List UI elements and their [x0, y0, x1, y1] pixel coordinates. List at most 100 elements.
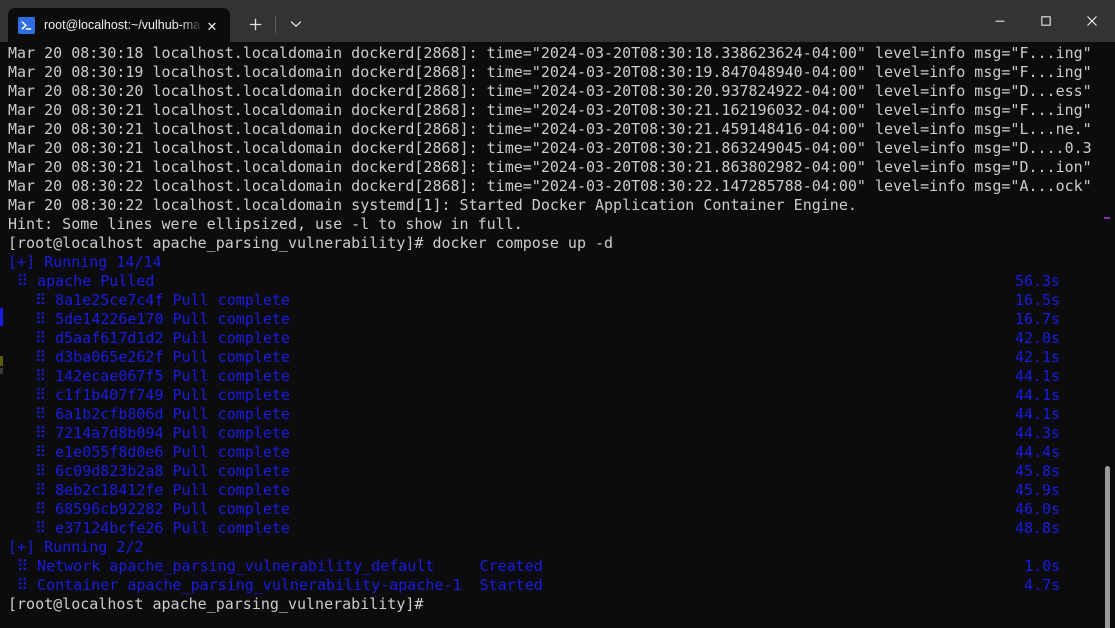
terminal-prompt-icon — [18, 16, 35, 34]
row-duration: 16.5s — [1014, 291, 1061, 309]
new-tab-button[interactable] — [238, 7, 272, 41]
close-icon — [1087, 16, 1097, 26]
terminal-screen: Mar 20 08:30:18 localhost.localdomain do… — [0, 42, 1092, 614]
journal-line: Mar 20 08:30:22 localhost.localdomain sy… — [8, 196, 1092, 215]
run-header-text: [+] Running 2/2 — [8, 538, 144, 556]
pull-row-text: ⠿ 6a1b2cfb806d Pull complete — [8, 405, 290, 423]
run-row: ⠿ Container apache_parsing_vulnerability… — [8, 576, 1092, 595]
pull-header-text: [+] Running 14/14 — [8, 253, 162, 271]
pull-row-text: ⠿ 8eb2c18412fe Pull complete — [8, 481, 290, 499]
journal-line: Mar 20 08:30:21 localhost.localdomain do… — [8, 101, 1092, 120]
journal-line-text: Mar 20 08:30:18 localhost.localdomain do… — [8, 44, 1092, 62]
window-drag-region[interactable] — [313, 0, 977, 42]
journal-line: Mar 20 08:30:21 localhost.localdomain do… — [8, 139, 1092, 158]
journal-line: Mar 20 08:30:21 localhost.localdomain do… — [8, 158, 1092, 177]
pull-row: ⠿ e37124bcfe26 Pull complete 48.8s — [8, 519, 1092, 538]
gutter-mark-blue — [0, 308, 3, 326]
scrollbar-thumb[interactable] — [1105, 466, 1110, 628]
journal-line-text: Mar 20 08:30:19 localhost.localdomain do… — [8, 63, 1092, 81]
pull-row-text: ⠿ apache Pulled — [8, 272, 155, 290]
pull-row-text: ⠿ 68596cb92282 Pull complete — [8, 500, 290, 518]
journal-line: Mar 20 08:30:19 localhost.localdomain do… — [8, 63, 1092, 82]
pull-row-text: ⠿ c1f1b407f749 Pull complete — [8, 386, 290, 404]
final-prompt-line: [root@localhost apache_parsing_vulnerabi… — [8, 595, 1092, 614]
pull-row-text: ⠿ e1e055f8d0e6 Pull complete — [8, 443, 290, 461]
run-row: ⠿ Network apache_parsing_vulnerability_d… — [8, 557, 1092, 576]
command-line-text: [root@localhost apache_parsing_vulnerabi… — [8, 234, 614, 252]
close-window-button[interactable] — [1069, 0, 1115, 42]
row-duration: 46.0s — [1014, 500, 1061, 518]
pull-row: ⠿ apache Pulled 56.3s — [8, 272, 1092, 291]
tab-strip: root@localhost:~/vulhub-ma ✕ — [0, 0, 313, 42]
pull-row-text: ⠿ 142ecae067f5 Pull complete — [8, 367, 290, 385]
row-duration: 44.1s — [1014, 367, 1061, 385]
pull-row-text: ⠿ 8a1e25ce7c4f Pull complete — [8, 291, 290, 309]
journal-line: Mar 20 08:30:18 localhost.localdomain do… — [8, 44, 1092, 63]
tab-bar-divider — [275, 16, 276, 33]
journal-line-text: Mar 20 08:30:22 localhost.localdomain sy… — [8, 196, 857, 214]
pull-row: ⠿ 68596cb92282 Pull complete 46.0s — [8, 500, 1092, 519]
pull-row: ⠿ 7214a7d8b094 Pull complete 44.3s — [8, 424, 1092, 443]
minimize-button[interactable] — [977, 0, 1023, 42]
run-row-text: ⠿ Network apache_parsing_vulnerability_d… — [8, 557, 543, 575]
tab-dropdown-button[interactable] — [279, 7, 313, 41]
command-line: [root@localhost apache_parsing_vulnerabi… — [8, 234, 1092, 253]
row-duration: 44.4s — [1014, 443, 1061, 461]
row-duration: 1.0s — [1024, 557, 1061, 575]
terminal-body[interactable]: Mar 20 08:30:18 localhost.localdomain do… — [0, 42, 1115, 628]
close-tab-icon[interactable]: ✕ — [200, 13, 224, 37]
journal-line-text: Mar 20 08:30:21 localhost.localdomain do… — [8, 101, 1092, 119]
terminal-window: root@localhost:~/vulhub-ma ✕ Mar 20 08:3… — [0, 0, 1115, 628]
pull-header: [+] Running 14/14 — [8, 253, 1092, 272]
row-duration: 44.3s — [1014, 424, 1061, 442]
journal-line-text: Mar 20 08:30:22 localhost.localdomain do… — [8, 177, 1092, 195]
tab-root-localhost[interactable]: root@localhost:~/vulhub-ma ✕ — [8, 8, 230, 42]
pull-row: ⠿ 6c09d823b2a8 Pull complete 45.8s — [8, 462, 1092, 481]
pull-row-text: ⠿ 5de14226e170 Pull complete — [8, 310, 290, 328]
row-duration: 45.9s — [1014, 481, 1061, 499]
maximize-button[interactable] — [1023, 0, 1069, 42]
pull-row: ⠿ d5aaf617d1d2 Pull complete 42.0s — [8, 329, 1092, 348]
plus-icon — [249, 18, 261, 30]
row-duration: 42.0s — [1014, 329, 1061, 347]
pull-row: ⠿ 142ecae067f5 Pull complete 44.1s — [8, 367, 1092, 386]
pull-row-text: ⠿ 6c09d823b2a8 Pull complete — [8, 462, 290, 480]
gutter-mark-olive — [0, 356, 3, 366]
final-prompt-text: [root@localhost apache_parsing_vulnerabi… — [8, 595, 424, 613]
row-duration: 16.7s — [1014, 310, 1061, 328]
terminal-scrollbar[interactable] — [1101, 42, 1113, 628]
journal-line: Mar 20 08:30:22 localhost.localdomain do… — [8, 177, 1092, 196]
row-duration: 44.1s — [1014, 405, 1061, 423]
pull-row: ⠿ d3ba065e262f Pull complete 42.1s — [8, 348, 1092, 367]
journal-line: Mar 20 08:30:21 localhost.localdomain do… — [8, 120, 1092, 139]
journal-line-text: Mar 20 08:30:21 localhost.localdomain do… — [8, 120, 1092, 138]
pull-row: ⠿ 6a1b2cfb806d Pull complete 44.1s — [8, 405, 1092, 424]
minimize-icon — [995, 20, 1005, 22]
row-duration: 56.3s — [1014, 272, 1061, 290]
pull-row-text: ⠿ d5aaf617d1d2 Pull complete — [8, 329, 290, 347]
tab-title: root@localhost:~/vulhub-ma — [44, 18, 200, 32]
pull-row: ⠿ 8eb2c18412fe Pull complete 45.9s — [8, 481, 1092, 500]
scroll-tick-purple — [1104, 217, 1110, 219]
journal-line-text: Mar 20 08:30:21 localhost.localdomain do… — [8, 158, 1092, 176]
row-duration: 45.8s — [1014, 462, 1061, 480]
journal-line: Mar 20 08:30:20 localhost.localdomain do… — [8, 82, 1092, 101]
pull-row-text: ⠿ 7214a7d8b094 Pull complete — [8, 424, 290, 442]
run-row-text: ⠿ Container apache_parsing_vulnerability… — [8, 576, 543, 594]
journal-line-text: Mar 20 08:30:20 localhost.localdomain do… — [8, 82, 1092, 100]
row-duration: 44.1s — [1014, 386, 1061, 404]
run-header: [+] Running 2/2 — [8, 538, 1092, 557]
pull-row: ⠿ e1e055f8d0e6 Pull complete 44.4s — [8, 443, 1092, 462]
gutter-mark-dim — [0, 368, 3, 374]
pull-row-text: ⠿ d3ba065e262f Pull complete — [8, 348, 290, 366]
pull-row: ⠿ 5de14226e170 Pull complete 16.7s — [8, 310, 1092, 329]
row-duration: 4.7s — [1024, 576, 1061, 594]
hint-line-text: Hint: Some lines were ellipsized, use -l… — [8, 215, 523, 233]
window-controls — [977, 0, 1115, 42]
chevron-down-icon — [290, 21, 302, 27]
pull-row: ⠿ 8a1e25ce7c4f Pull complete 16.5s — [8, 291, 1092, 310]
journal-line-text: Mar 20 08:30:21 localhost.localdomain do… — [8, 139, 1092, 157]
hint-line: Hint: Some lines were ellipsized, use -l… — [8, 215, 1092, 234]
pull-row-text: ⠿ e37124bcfe26 Pull complete — [8, 519, 290, 537]
maximize-icon — [1041, 16, 1051, 26]
